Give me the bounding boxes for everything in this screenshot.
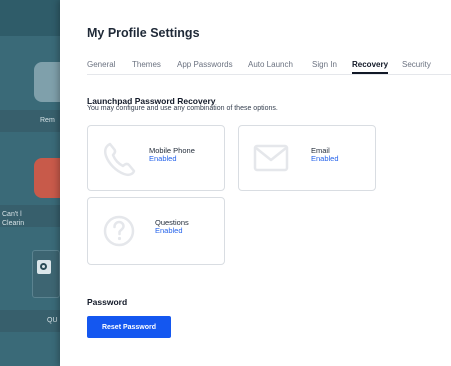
background-app: Rem Can't l Clearin QU <box>0 0 60 366</box>
recovery-section-subtitle: You may configure and use any combinatio… <box>87 105 278 112</box>
profile-settings-panel: My Profile Settings General Themes App P… <box>60 0 451 366</box>
tab-auto-launch[interactable]: Auto Launch <box>248 60 293 69</box>
settings-tabs: General Themes App Passwords Auto Launch… <box>87 60 451 74</box>
background-label: Clearin <box>2 220 25 227</box>
background-header <box>0 0 60 36</box>
background-label: Can't l <box>2 211 22 218</box>
page-title: My Profile Settings <box>87 26 200 40</box>
background-label: QU <box>47 317 58 324</box>
background-tile <box>32 250 60 298</box>
tab-themes[interactable]: Themes <box>132 60 161 69</box>
q-icon <box>37 260 51 274</box>
option-status: Enabled <box>311 154 339 163</box>
tab-sign-in[interactable]: Sign In <box>312 60 337 69</box>
recovery-option-email[interactable]: Email Enabled <box>238 125 376 191</box>
recovery-option-questions[interactable]: Questions Enabled <box>87 197 225 265</box>
background-tile <box>34 62 60 102</box>
option-status: Enabled <box>149 154 177 163</box>
tab-general[interactable]: General <box>87 60 115 69</box>
recovery-option-mobile-phone[interactable]: Mobile Phone Enabled <box>87 125 225 191</box>
envelope-icon <box>253 144 289 172</box>
tab-security[interactable]: Security <box>402 60 431 69</box>
option-status: Enabled <box>155 226 183 235</box>
background-tile <box>34 158 60 198</box>
tab-app-passwords[interactable]: App Passwords <box>177 60 233 69</box>
tab-recovery[interactable]: Recovery <box>352 60 389 74</box>
background-label: Rem <box>40 117 55 124</box>
password-section-title: Password <box>87 297 128 307</box>
tabs-divider <box>87 74 451 75</box>
phone-icon <box>103 142 136 177</box>
question-icon <box>103 215 135 247</box>
reset-password-button[interactable]: Reset Password <box>87 316 171 338</box>
